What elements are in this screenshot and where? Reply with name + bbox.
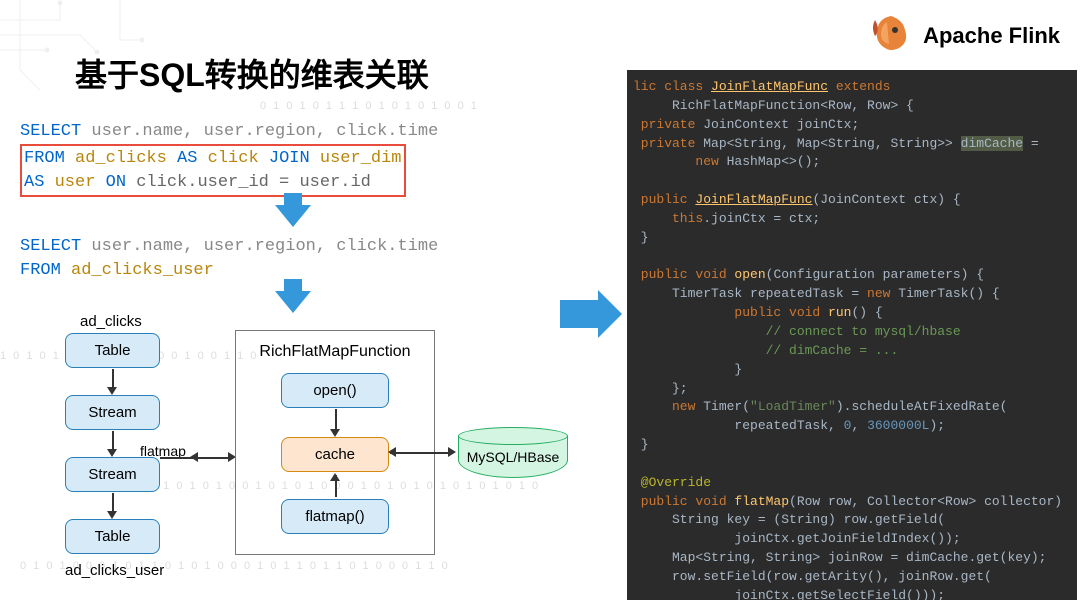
node-cache: cache [281, 437, 389, 472]
code-block: lic class JoinFlatMapFunc extends RichFl… [627, 70, 1077, 600]
sql-block-2: SELECT user.name, user.region, click.tim… [20, 235, 565, 283]
label-adclicksuser: ad_clicks_user [65, 562, 164, 579]
label-adclicks: ad_clicks [80, 313, 142, 330]
flink-logo-icon [867, 12, 915, 60]
flow-diagram: ad_clicks Table Stream flatmap Stream Ta… [20, 315, 585, 600]
node-stream1: Stream [65, 395, 160, 430]
sql-block-1: SELECT user.name, user.region, click.tim… [20, 120, 565, 197]
db-cylinder: MySQL/HBase [458, 427, 568, 482]
node-table2: Table [65, 519, 160, 554]
node-flatmap: flatmap() [281, 499, 389, 534]
arrow-down-2 [275, 291, 311, 313]
bg-binary: 0 1 0 1 0 1 1 1 0 1 0 1 0 1 0 0 1 [260, 100, 479, 112]
arrow-down-1 [275, 205, 311, 227]
db-label: MySQL/HBase [458, 449, 568, 465]
node-stream2: Stream [65, 457, 160, 492]
slide-title: 基于SQL转换的维表关联 [75, 50, 429, 96]
brand-text: Apache Flink [923, 23, 1060, 49]
rfm-container: RichFlatMapFunction open() cache flatmap… [235, 330, 435, 555]
node-table1: Table [65, 333, 160, 368]
arrow-right-big [560, 300, 602, 328]
left-content: SELECT user.name, user.region, click.tim… [20, 120, 565, 321]
rfm-title: RichFlatMapFunction [248, 343, 422, 361]
header: Apache Flink [867, 12, 1060, 60]
node-open: open() [281, 373, 389, 408]
